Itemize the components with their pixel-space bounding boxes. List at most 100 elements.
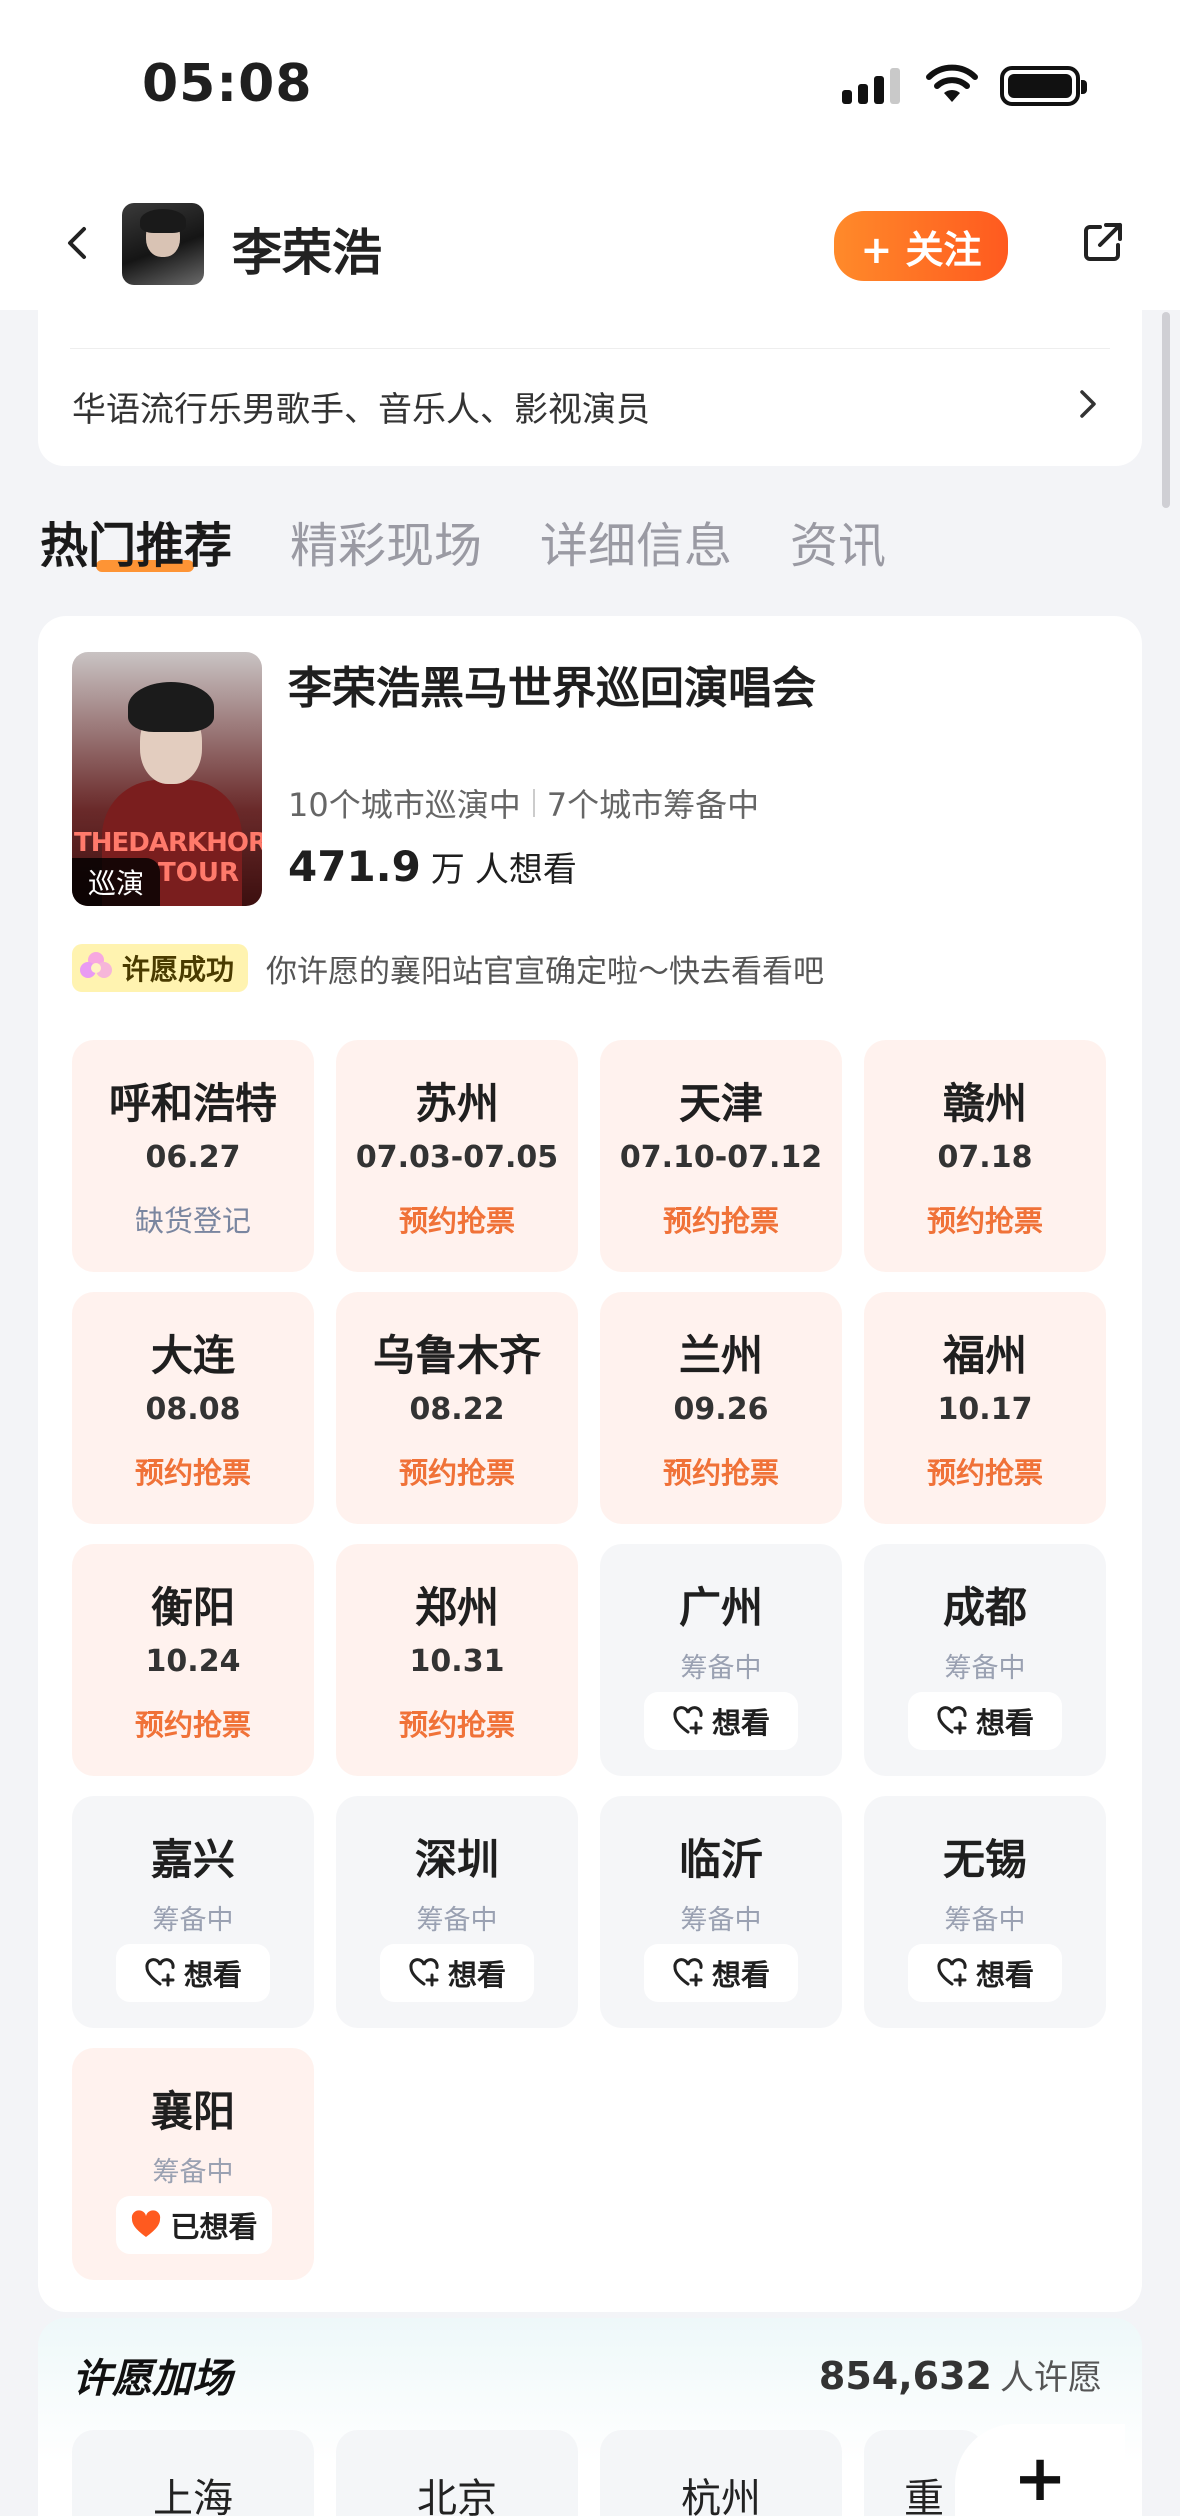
- city-cell[interactable]: 福州 10.17 预约抢票: [864, 1292, 1106, 1524]
- wish-city-item[interactable]: 杭州: [600, 2430, 842, 2516]
- status-bar: 05:08: [0, 0, 1180, 175]
- follow-button[interactable]: + 关注: [834, 211, 1008, 281]
- city-grid: 呼和浩特 06.27 缺货登记 苏州 07.03-07.05 预约抢票 天津 0…: [72, 1040, 1112, 2280]
- city-cell[interactable]: 深圳 筹备中 想看: [336, 1796, 578, 2028]
- city-date: 08.08: [145, 1392, 241, 1427]
- city-name: 大连: [150, 1331, 235, 1380]
- wish-city-item[interactable]: 上海: [72, 2430, 314, 2516]
- city-planning-status: 筹备中: [944, 1653, 1026, 1684]
- want-to-see-label: 想看: [711, 1958, 770, 1992]
- city-cell[interactable]: 兰州 09.26 预约抢票: [600, 1292, 842, 1524]
- wish-count: 854,632 人许愿: [819, 2350, 1102, 2399]
- plus-icon[interactable]: +: [955, 2424, 1125, 2516]
- city-cell[interactable]: 无锡 筹备中 想看: [864, 1796, 1106, 2028]
- city-status: 预约抢票: [926, 1204, 1043, 1238]
- city-status: 预约抢票: [662, 1456, 779, 1490]
- city-planning-status: 筹备中: [152, 2157, 234, 2188]
- city-name: 兰州: [678, 1331, 763, 1380]
- city-cell[interactable]: 赣州 07.18 预约抢票: [864, 1040, 1106, 1272]
- wish-city-item[interactable]: 北京: [336, 2430, 578, 2516]
- city-status: 预约抢票: [398, 1204, 515, 1238]
- city-cell[interactable]: 广州 筹备中 想看: [600, 1544, 842, 1776]
- top-nav-bar: 李荣浩 + 关注: [0, 175, 1180, 310]
- tour-title[interactable]: 李荣浩黑马世界巡回演唱会: [288, 652, 816, 716]
- city-status: 缺货登记: [134, 1204, 251, 1238]
- city-cell[interactable]: 临沂 筹备中 想看: [600, 1796, 842, 2028]
- wish-suffix: 人想看: [474, 850, 577, 890]
- content-tabs: 热门推荐 精彩现场 详细信息 资讯: [40, 506, 886, 576]
- city-date: 07.03-07.05: [355, 1140, 559, 1175]
- wanted-label: 已想看: [170, 2210, 258, 2244]
- city-cell[interactable]: 衡阳 10.24 预约抢票: [72, 1544, 314, 1776]
- artist-description: 华语流行乐男歌手、音乐人、影视演员: [72, 390, 650, 430]
- city-date: 08.22: [409, 1392, 505, 1427]
- cellular-signal-icon: [842, 68, 900, 104]
- want-to-see-button[interactable]: 想看: [116, 1944, 270, 2002]
- wish-success-note[interactable]: 许愿成功 你许愿的襄阳站官宣确定啦～快去看看吧: [72, 944, 824, 992]
- tab-news[interactable]: 资讯: [790, 506, 886, 576]
- city-status: 预约抢票: [134, 1456, 251, 1490]
- city-cell[interactable]: 成都 筹备中 想看: [864, 1544, 1106, 1776]
- city-name: 嘉兴: [150, 1835, 235, 1884]
- city-cell[interactable]: 嘉兴 筹备中 想看: [72, 1796, 314, 2028]
- tab-details[interactable]: 详细信息: [540, 506, 732, 576]
- cities-planning: 7个城市筹备中: [546, 786, 760, 824]
- want-to-see-button[interactable]: 想看: [644, 1944, 798, 2002]
- city-name: 广州: [678, 1583, 763, 1632]
- want-to-see-button[interactable]: 想看: [908, 1692, 1062, 1750]
- chevron-right-icon[interactable]: [1076, 388, 1100, 420]
- city-name: 福州: [942, 1331, 1027, 1380]
- wish-success-text: 你许愿的襄阳站官宣确定啦～快去看看吧: [266, 953, 825, 990]
- want-to-see-button[interactable]: 想看: [380, 1944, 534, 2002]
- cities-touring: 10个城市巡演中: [288, 786, 521, 824]
- city-planning-status: 筹备中: [680, 1653, 762, 1684]
- city-name: 乌鲁木齐: [372, 1331, 541, 1380]
- city-cell[interactable]: 乌鲁木齐 08.22 预约抢票: [336, 1292, 578, 1524]
- artist-description-card[interactable]: 华语流行乐男歌手、音乐人、影视演员: [38, 310, 1142, 466]
- city-cell[interactable]: 郑州 10.31 预约抢票: [336, 1544, 578, 1776]
- city-name: 天津: [678, 1079, 763, 1128]
- back-icon[interactable]: [58, 223, 98, 263]
- city-cell[interactable]: 大连 08.08 预约抢票: [72, 1292, 314, 1524]
- want-to-see-button[interactable]: 想看: [644, 1692, 798, 1750]
- city-cell[interactable]: 襄阳 筹备中 已想看: [72, 2048, 314, 2280]
- flower-icon: [80, 952, 112, 978]
- city-date: 07.10-07.12: [619, 1140, 823, 1175]
- city-cell[interactable]: 呼和浩特 06.27 缺货登记: [72, 1040, 314, 1272]
- wish-city-list: 上海 北京 杭州 重: [72, 2430, 984, 2516]
- heart-plus-icon: [673, 1706, 703, 1735]
- want-to-see-label: 想看: [711, 1706, 770, 1740]
- tour-poster[interactable]: THEDARKHORSE TOUR 巡演: [72, 652, 262, 906]
- city-status: 预约抢票: [926, 1456, 1043, 1490]
- scrollbar[interactable]: [1162, 312, 1170, 508]
- wish-number: 471.9: [288, 842, 421, 891]
- artist-avatar[interactable]: [122, 203, 204, 285]
- city-status: 预约抢票: [398, 1456, 515, 1490]
- wish-count-number: 854,632: [818, 2354, 992, 2398]
- city-name: 无锡: [942, 1835, 1027, 1884]
- tour-wish-count: 471.9 万 人想看: [288, 842, 577, 891]
- battery-icon: [1000, 66, 1087, 106]
- want-to-see-label: 想看: [975, 1706, 1034, 1740]
- city-status: 预约抢票: [398, 1708, 515, 1742]
- heart-plus-icon: [145, 1958, 175, 1987]
- city-cell[interactable]: 苏州 07.03-07.05 预约抢票: [336, 1040, 578, 1272]
- want-to-see-label: 想看: [183, 1958, 242, 1992]
- tab-live-highlights[interactable]: 精彩现场: [290, 506, 482, 576]
- heart-plus-icon: [673, 1958, 703, 1987]
- wish-success-label: 许愿成功: [122, 953, 235, 986]
- heart-plus-icon: [937, 1706, 967, 1735]
- city-name: 郑州: [414, 1583, 499, 1632]
- tab-hot-recommend[interactable]: 热门推荐: [40, 506, 232, 576]
- want-to-see-label: 想看: [447, 1958, 506, 1992]
- wish-count-suffix: 人许愿: [1000, 2358, 1102, 2398]
- share-icon[interactable]: [1080, 219, 1126, 265]
- wish-success-badge: 许愿成功: [72, 944, 249, 992]
- city-name: 苏州: [414, 1079, 499, 1128]
- want-to-see-button[interactable]: 想看: [908, 1944, 1062, 2002]
- city-name: 赣州: [942, 1079, 1027, 1128]
- city-date: 07.18: [937, 1140, 1033, 1175]
- status-time: 05:08: [142, 54, 313, 114]
- city-cell[interactable]: 天津 07.10-07.12 预约抢票: [600, 1040, 842, 1272]
- wanted-button[interactable]: 已想看: [116, 2196, 272, 2254]
